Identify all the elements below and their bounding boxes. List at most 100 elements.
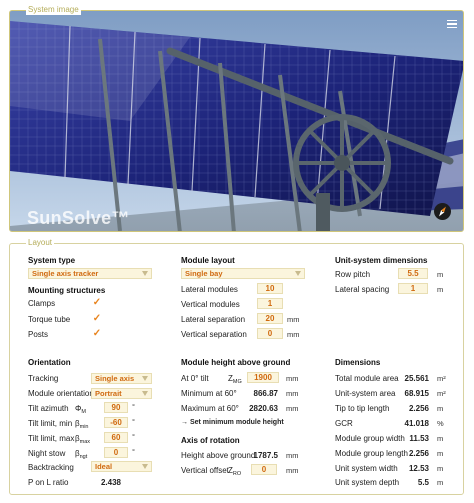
- module-orientation-label: Module orientation: [28, 389, 94, 398]
- module-layout-heading: Module layout: [181, 256, 235, 265]
- lateral-modules-input[interactable]: 10: [257, 283, 283, 294]
- row-pitch-unit: m: [437, 270, 444, 279]
- system-type-heading: System type: [28, 256, 76, 265]
- chevron-down-icon: [142, 271, 148, 276]
- height-above-ground-unit: mm: [286, 451, 299, 460]
- minimum-at-60-unit: mm: [286, 389, 299, 398]
- sunsolve-watermark: SunSolve™: [27, 208, 130, 228]
- tilt-max-label: Tilt limit, max: [28, 434, 75, 443]
- dimension-unit: m: [437, 478, 444, 487]
- lateral-separation-unit: mm: [287, 315, 300, 324]
- chevron-down-icon: [295, 271, 301, 276]
- dimension-label: Unit-system area: [335, 389, 396, 398]
- chevron-down-icon: [142, 391, 148, 396]
- tilt-azimuth-input[interactable]: 90: [104, 402, 128, 413]
- module-height-input[interactable]: 1900: [247, 372, 279, 383]
- dimension-value: 41.018: [404, 419, 429, 428]
- dimension-unit: m: [437, 434, 444, 443]
- module-height-unit: mm: [286, 374, 299, 383]
- dimension-unit: m²: [437, 389, 446, 398]
- dimension-value: 2.256: [408, 449, 429, 458]
- lateral-separation-label: Lateral separation: [181, 315, 246, 324]
- at-0-tilt-symbol: ZMG: [228, 374, 242, 385]
- tilt-min-label: Tilt limit, min: [28, 419, 73, 428]
- chevron-down-icon: [142, 464, 148, 469]
- dimension-unit: m: [437, 464, 444, 473]
- posts-checkbox[interactable]: ✓: [92, 329, 102, 339]
- tilt-max-unit: °: [132, 432, 135, 441]
- dimension-label: GCR: [335, 419, 353, 428]
- tracking-value: Single axis: [95, 374, 135, 383]
- vertical-offset-symbol: ZRO: [228, 466, 242, 477]
- tilt-min-symbol: βmin: [75, 419, 89, 430]
- module-layout-select[interactable]: Single bay: [181, 268, 305, 279]
- maximum-at-60-unit: mm: [286, 404, 299, 413]
- dimension-unit: %: [437, 419, 444, 428]
- dimension-value: 25.561: [404, 374, 429, 383]
- dimension-unit: m: [437, 404, 444, 413]
- vertical-modules-input[interactable]: 1: [257, 298, 283, 309]
- compass-icon[interactable]: [434, 203, 451, 220]
- vertical-offset-unit: mm: [286, 466, 299, 475]
- dimension-label: Total module area: [335, 374, 399, 383]
- lateral-spacing-label: Lateral spacing: [335, 285, 390, 294]
- p-on-l-value: 2.438: [100, 478, 121, 487]
- dimension-label: Unit system width: [335, 464, 398, 473]
- module-height-heading: Module height above ground: [181, 358, 291, 367]
- row-pitch-input[interactable]: 5.5: [398, 268, 428, 279]
- lateral-modules-label: Lateral modules: [181, 285, 238, 294]
- tilt-max-input[interactable]: 60: [104, 432, 128, 443]
- tilt-azimuth-unit: °: [132, 402, 135, 411]
- system-image-panel[interactable]: SunSolve™: [9, 10, 464, 232]
- system-image-caption: System image: [26, 5, 81, 15]
- torque-tube-label: Torque tube: [28, 315, 71, 324]
- row-pitch-label: Row pitch: [335, 270, 371, 279]
- clamps-checkbox[interactable]: ✓: [92, 298, 102, 308]
- mounting-structures-heading: Mounting structures: [28, 286, 106, 295]
- module-layout-value: Single bay: [185, 269, 223, 278]
- tracking-select[interactable]: Single axis: [91, 373, 152, 384]
- module-orientation-value: Portrait: [95, 389, 122, 398]
- tilt-max-symbol: βmax: [75, 434, 90, 445]
- hamburger-menu-icon[interactable]: [447, 20, 457, 29]
- night-stow-unit: °: [132, 447, 135, 456]
- dimension-label: Unit system depth: [335, 478, 400, 487]
- vertical-offset-input[interactable]: 0: [251, 464, 277, 475]
- system-type-value: Single axis tracker: [32, 269, 99, 278]
- night-stow-input[interactable]: 0: [104, 447, 128, 458]
- minimum-at-60-label: Minimum at 60°: [181, 389, 237, 398]
- minimum-at-60-value: 866.87: [253, 389, 278, 398]
- lateral-spacing-input[interactable]: 1: [398, 283, 428, 294]
- vertical-offset-label: Vertical offset: [181, 466, 229, 475]
- clamps-label: Clamps: [28, 299, 56, 308]
- torque-tube-checkbox[interactable]: ✓: [92, 314, 102, 324]
- dimension-unit: m²: [437, 374, 446, 383]
- unit-system-heading: Unit-system dimensions: [335, 256, 428, 265]
- vertical-separation-input[interactable]: 0: [257, 328, 283, 339]
- layout-caption: Layout: [26, 238, 55, 248]
- module-orientation-select[interactable]: Portrait: [91, 388, 152, 399]
- lateral-separation-input[interactable]: 20: [257, 313, 283, 324]
- backtracking-label: Backtracking: [28, 463, 74, 472]
- maximum-at-60-value: 2820.63: [249, 404, 278, 413]
- system-3d-view[interactable]: [10, 11, 464, 232]
- tilt-min-input[interactable]: -60: [104, 417, 128, 428]
- system-type-select[interactable]: Single axis tracker: [28, 268, 152, 279]
- vertical-separation-label: Vertical separation: [181, 330, 247, 339]
- tracking-label: Tracking: [28, 374, 59, 383]
- dimension-unit: m: [437, 449, 444, 458]
- chevron-down-icon: [142, 376, 148, 381]
- posts-label: Posts: [28, 330, 49, 339]
- maximum-at-60-label: Maximum at 60°: [181, 404, 239, 413]
- tilt-azimuth-label: Tilt azimuth: [28, 404, 69, 413]
- lateral-spacing-unit: m: [437, 285, 444, 294]
- at-0-tilt-label: At 0° tilt: [181, 374, 209, 383]
- dimension-value: 5.5: [417, 478, 429, 487]
- backtracking-select[interactable]: Ideal: [91, 461, 152, 472]
- tilt-azimuth-symbol: ΦM: [75, 404, 86, 415]
- night-stow-symbol: βngt: [75, 449, 88, 460]
- dimension-value: 2.256: [408, 404, 429, 413]
- set-minimum-height-link[interactable]: → Set minimum module height: [181, 417, 284, 428]
- dimensions-heading: Dimensions: [335, 358, 381, 367]
- vertical-separation-unit: mm: [287, 330, 300, 339]
